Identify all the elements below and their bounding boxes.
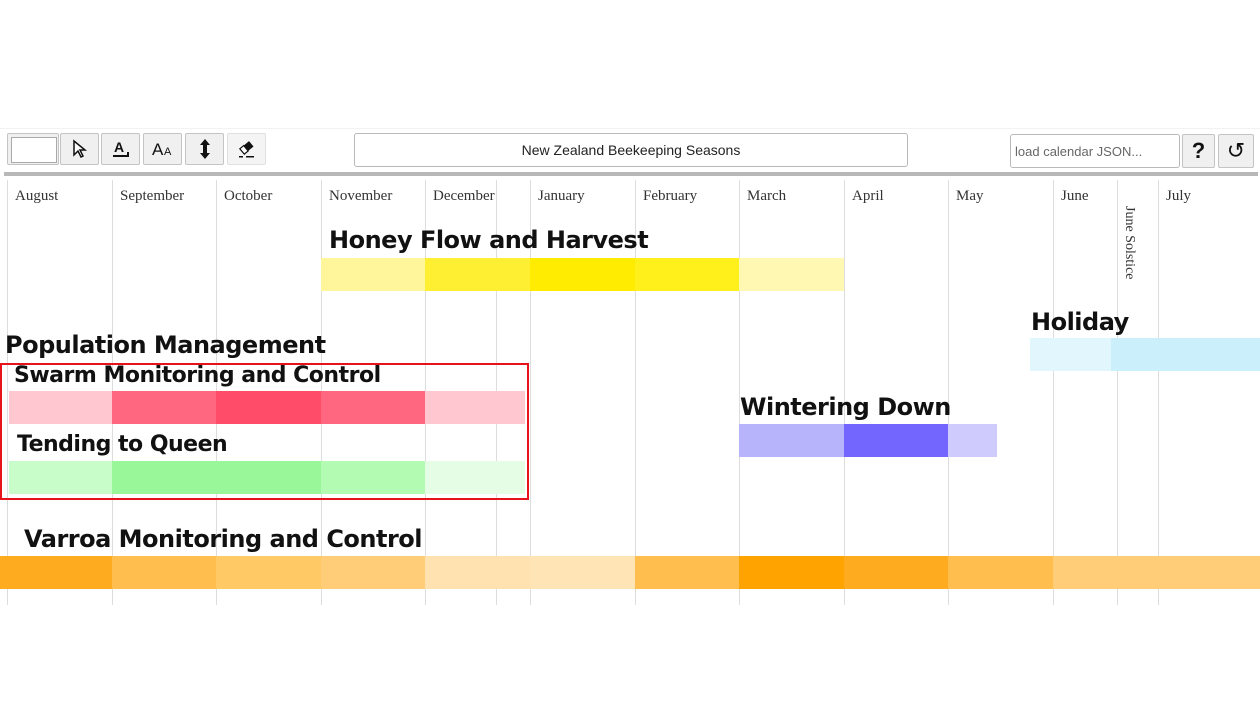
event-segment[interactable] xyxy=(635,556,740,589)
reset-icon: ↺ xyxy=(1226,138,1246,163)
month-label-september: September xyxy=(120,188,185,204)
month-label-february: February xyxy=(643,188,698,204)
event-segment[interactable] xyxy=(425,258,530,291)
event-segment[interactable] xyxy=(425,556,530,589)
event-title-varroa[interactable]: Varroa Monitoring and Control xyxy=(24,525,423,553)
month-label-august: August xyxy=(15,188,59,204)
calendar-title-field[interactable]: New Zealand Beekeeping Seasons xyxy=(354,133,908,167)
event-segment[interactable] xyxy=(321,258,426,291)
event-segment[interactable] xyxy=(112,556,217,589)
month-label-april: April xyxy=(852,188,884,204)
cursor-icon xyxy=(72,139,87,159)
month-divider xyxy=(1053,180,1054,605)
event-segment[interactable] xyxy=(844,424,949,457)
eraser-tool-button[interactable] xyxy=(227,133,266,165)
toolbar: A AA New Zealand Beekeeping Seasons ? ↺ xyxy=(0,128,1260,177)
event-segment[interactable] xyxy=(948,556,1053,589)
font-size-tool-button[interactable]: AA xyxy=(143,133,182,165)
svg-text:A: A xyxy=(152,140,164,159)
vertical-arrows-icon xyxy=(199,139,210,159)
text-style-tool-button[interactable]: A xyxy=(101,133,140,165)
month-label-november: November xyxy=(329,188,393,204)
eraser-icon xyxy=(238,141,254,158)
text-underline-icon: A xyxy=(112,139,129,157)
event-segment[interactable] xyxy=(739,556,844,589)
event-segment[interactable] xyxy=(739,424,844,457)
calendar-title: New Zealand Beekeeping Seasons xyxy=(521,142,741,158)
june-solstice-marker xyxy=(1117,180,1118,605)
june-solstice-label: June Solstice xyxy=(1122,206,1137,280)
color-swatch xyxy=(11,137,57,163)
help-icon: ? xyxy=(1191,138,1206,163)
event-segment[interactable] xyxy=(948,424,997,457)
load-calendar-json-input[interactable] xyxy=(1010,134,1180,168)
event-segment[interactable] xyxy=(321,556,426,589)
font-size-icon: AA xyxy=(152,140,172,159)
selected-group-outline xyxy=(0,363,529,500)
month-label-may: May xyxy=(956,188,984,204)
event-segment[interactable] xyxy=(844,556,949,589)
select-tool-button[interactable] xyxy=(60,133,99,165)
event-segment[interactable] xyxy=(216,556,321,589)
svg-text:A: A xyxy=(114,139,124,155)
svg-text:A: A xyxy=(164,146,172,158)
month-label-june: June xyxy=(1061,188,1089,204)
month-label-july: July xyxy=(1166,188,1192,204)
group-title-population-management[interactable]: Population Management xyxy=(5,331,326,359)
month-label-october: October xyxy=(224,188,273,204)
toolbar-divider xyxy=(4,172,1258,176)
event-segment[interactable] xyxy=(1053,556,1260,589)
event-segment[interactable] xyxy=(1030,338,1111,371)
event-segment[interactable] xyxy=(739,258,844,291)
help-button[interactable]: ? xyxy=(1182,134,1215,168)
month-label-december: December xyxy=(433,188,495,204)
event-title-holiday[interactable]: Holiday xyxy=(1031,308,1129,336)
event-segment[interactable] xyxy=(635,258,740,291)
event-title-honey-flow[interactable]: Honey Flow and Harvest xyxy=(329,226,649,254)
height-tool-button[interactable] xyxy=(185,133,224,165)
event-segment[interactable] xyxy=(530,556,635,589)
month-label-january: January xyxy=(538,188,585,204)
event-title-wintering-down[interactable]: Wintering Down xyxy=(740,393,951,421)
event-segment[interactable] xyxy=(0,556,112,589)
month-label-march: March xyxy=(747,188,787,204)
reset-button[interactable]: ↺ xyxy=(1218,134,1254,168)
event-segment[interactable] xyxy=(1111,338,1260,371)
month-divider xyxy=(1158,180,1159,605)
color-picker-button[interactable] xyxy=(7,133,59,165)
event-segment[interactable] xyxy=(530,258,635,291)
